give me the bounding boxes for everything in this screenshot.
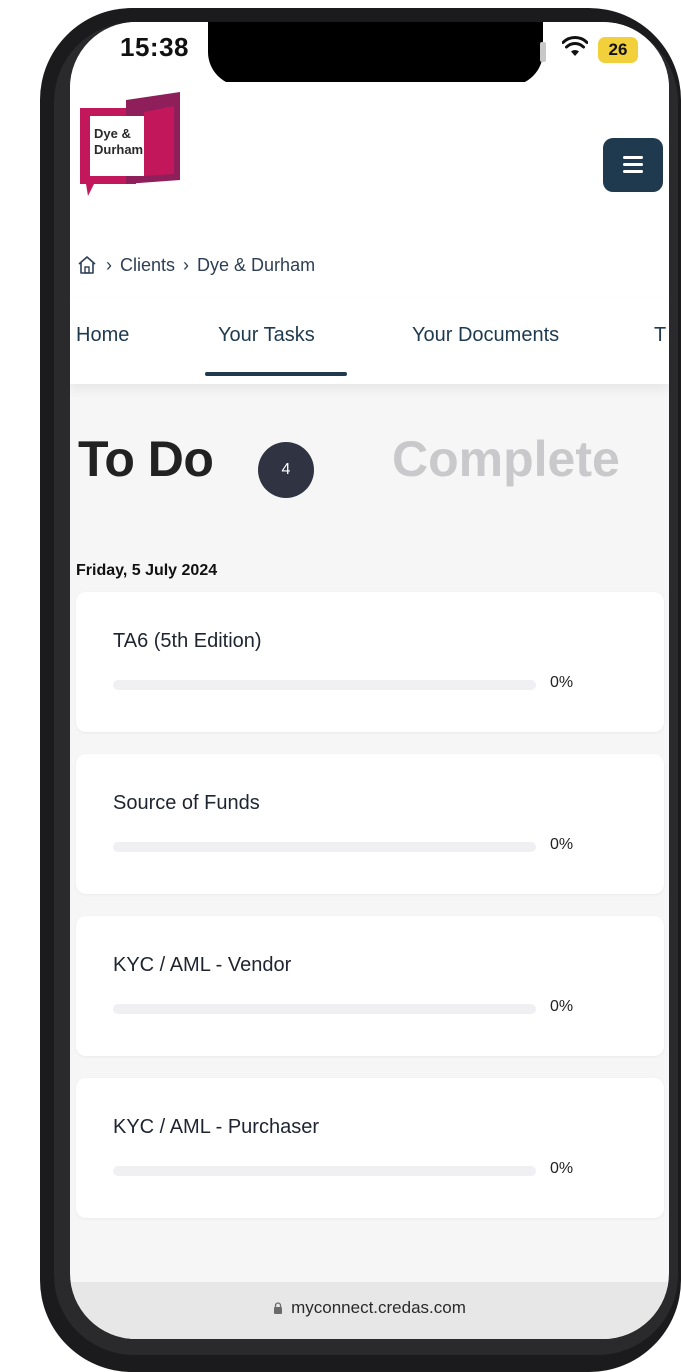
battery-badge: 26 (598, 37, 638, 63)
task-card[interactable]: TA6 (5th Edition) 0% (76, 592, 664, 732)
tab-your-documents[interactable]: Your Documents (412, 324, 559, 347)
breadcrumb: › Clients › Dye & Durham (70, 232, 669, 298)
task-title: KYC / AML - Vendor (113, 954, 292, 976)
completed-heading[interactable]: Complete (392, 430, 620, 488)
progress-bar (113, 1004, 536, 1014)
dye-durham-logo[interactable]: Dye & Durham (76, 92, 186, 204)
notch (208, 22, 543, 86)
task-date: Friday, 5 July 2024 (76, 562, 218, 579)
breadcrumb-clients[interactable]: Clients (120, 255, 175, 276)
wifi-icon (561, 36, 589, 64)
menu-icon-line (623, 163, 643, 166)
progress-percent: 0% (550, 674, 574, 691)
progress-bar (113, 842, 536, 852)
breadcrumb-current: Dye & Durham (197, 254, 316, 275)
progress-percent: 0% (550, 836, 574, 853)
task-title: KYC / AML - Purchaser (113, 1116, 319, 1138)
menu-icon-line (623, 170, 643, 173)
tab-bar: Home Your Tasks Your Documents T (70, 298, 669, 384)
menu-icon-line (623, 156, 643, 159)
task-card[interactable]: KYC / AML - Purchaser 0% (76, 1078, 664, 1218)
app-screen: 15:38 26 Dye & Durham › Clients › Dye & … (70, 22, 669, 1339)
progress-bar (113, 680, 536, 690)
progress-percent: 0% (550, 1160, 574, 1177)
progress-percent: 0% (550, 998, 574, 1015)
tab-truncated[interactable]: T (654, 324, 666, 347)
chevron-right-icon: › (183, 254, 190, 275)
todo-count-badge: 4 (258, 442, 314, 498)
todo-heading[interactable]: To Do (78, 430, 214, 488)
active-tab-indicator (205, 372, 347, 376)
browser-url-bar[interactable]: myconnect.credas.com (70, 1282, 669, 1339)
task-card[interactable]: Source of Funds 0% (76, 754, 664, 894)
hamburger-menu-button[interactable] (603, 138, 663, 192)
task-title: Source of Funds (113, 792, 260, 814)
svg-text:Dye &: Dye & (94, 126, 131, 141)
tab-home[interactable]: Home (76, 324, 129, 347)
status-time: 15:38 (120, 32, 189, 62)
site-header: Dye & Durham (70, 82, 669, 232)
task-title: TA6 (5th Edition) (113, 630, 262, 652)
status-bar: 15:38 26 (70, 22, 669, 86)
svg-text:Durham: Durham (94, 142, 143, 157)
tab-your-tasks[interactable]: Your Tasks (218, 324, 315, 347)
task-card[interactable]: KYC / AML - Vendor 0% (76, 916, 664, 1056)
progress-bar (113, 1166, 536, 1176)
home-icon[interactable] (76, 254, 98, 276)
signal-icon (540, 42, 546, 62)
chevron-right-icon: › (106, 254, 112, 275)
lock-icon (273, 1283, 283, 1314)
url-text: myconnect.credas.com (291, 1298, 466, 1317)
